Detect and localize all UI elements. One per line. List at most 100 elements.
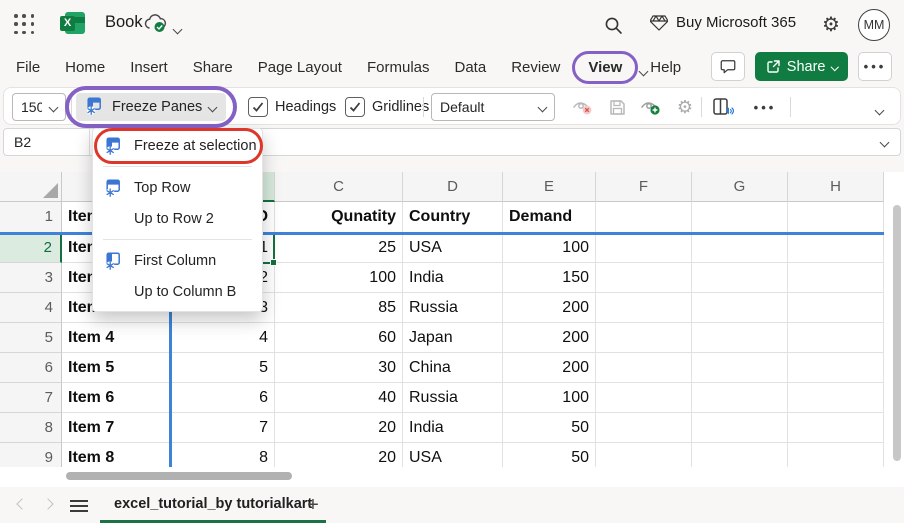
column-header-G[interactable]: G [692,172,788,202]
cell-G5[interactable] [692,323,788,353]
cell-E9[interactable]: 50 [503,443,596,467]
row-header-6[interactable]: 6 [0,353,62,383]
menu-tab-formulas[interactable]: Formulas [367,59,430,76]
row-header-8[interactable]: 8 [0,413,62,443]
horizontal-scrollbar[interactable] [66,472,292,480]
cell-E4[interactable]: 200 [503,293,596,323]
menu-tab-help[interactable]: Help [650,59,681,76]
search-icon[interactable] [604,16,623,40]
cell-F5[interactable] [596,323,692,353]
cell-B9[interactable]: 8 [171,443,275,467]
cell-D4[interactable]: Russia [403,293,503,323]
column-header-C[interactable]: C [275,172,403,202]
cell-H9[interactable] [788,443,884,467]
menu-tab-view[interactable]: View [572,50,639,84]
chevron-down-icon[interactable] [172,20,183,38]
active-sheet-tab[interactable]: excel_tutorial_by tutorialkart [100,487,327,523]
ribbon-more-button[interactable]: ••• [752,94,778,120]
new-sheet-view-icon[interactable] [638,94,664,120]
comments-button[interactable] [710,52,745,81]
cell-F9[interactable] [596,443,692,467]
cell-G4[interactable] [692,293,788,323]
cell-G2[interactable] [692,233,788,263]
cell-G7[interactable] [692,383,788,413]
document-title[interactable]: Book [105,13,143,32]
column-header-F[interactable]: F [596,172,692,202]
settings-gear-icon[interactable]: ⚙ [822,12,840,37]
cell-A5[interactable]: Item 4 [62,323,171,353]
cell-F4[interactable] [596,293,692,323]
cell-A9[interactable]: Item 8 [62,443,171,467]
cell-E3[interactable]: 150 [503,263,596,293]
exit-sheet-view-icon[interactable] [570,94,596,120]
cell-E2[interactable]: 100 [503,233,596,263]
collapse-ribbon-icon[interactable] [874,101,885,119]
cell-F8[interactable] [596,413,692,443]
cell-C2[interactable]: 25 [275,233,403,263]
cell-D8[interactable]: India [403,413,503,443]
cell-C3[interactable]: 100 [275,263,403,293]
cell-H8[interactable] [788,413,884,443]
cell-D5[interactable]: Japan [403,323,503,353]
cloud-saved-icon[interactable] [143,13,169,38]
read-aloud-icon[interactable] [710,94,736,120]
freeze-panes-button[interactable]: Freeze Panes [65,86,238,128]
cell-C5[interactable]: 60 [275,323,403,353]
row-header-2[interactable]: 2 [0,233,62,263]
row-header-1[interactable]: 1 [0,202,62,233]
menu-item-freeze-at-selection[interactable]: Freeze at selection [93,128,263,164]
menu-item-first-column[interactable]: First Column [93,245,262,276]
menu-tab-page-layout[interactable]: Page Layout [258,59,342,76]
row-header-3[interactable]: 3 [0,263,62,293]
cell-C9[interactable]: 20 [275,443,403,467]
cell-C1[interactable]: Qunatity [275,202,403,233]
save-sheet-view-icon[interactable] [604,94,630,120]
headings-checkbox[interactable]: Headings [248,97,336,117]
expand-formula-bar-icon[interactable] [879,133,890,151]
sheet-view-options-icon[interactable]: ⚙ [672,94,698,120]
cell-H1[interactable] [788,202,884,233]
cell-B5[interactable]: 4 [171,323,275,353]
cell-G3[interactable] [692,263,788,293]
prev-sheet-icon[interactable] [16,498,28,510]
cell-B8[interactable]: 7 [171,413,275,443]
cell-E1[interactable]: Demand [503,202,596,233]
cell-G8[interactable] [692,413,788,443]
menu-tab-share[interactable]: Share [193,59,233,76]
cell-E6[interactable]: 200 [503,353,596,383]
cell-F7[interactable] [596,383,692,413]
cell-H6[interactable] [788,353,884,383]
cell-C7[interactable]: 40 [275,383,403,413]
cell-H7[interactable] [788,383,884,413]
cell-H3[interactable] [788,263,884,293]
cell-D7[interactable]: Russia [403,383,503,413]
column-header-E[interactable]: E [503,172,596,202]
cell-C8[interactable]: 20 [275,413,403,443]
cell-D9[interactable]: USA [403,443,503,467]
cell-H2[interactable] [788,233,884,263]
menubar-overflow-chevron-icon[interactable] [638,62,649,80]
cell-H5[interactable] [788,323,884,353]
row-header-5[interactable]: 5 [0,323,62,353]
next-sheet-icon[interactable] [42,498,54,510]
menu-tab-insert[interactable]: Insert [130,59,168,76]
row-header-9[interactable]: 9 [0,443,62,467]
zoom-level-dropdown[interactable]: 150... [12,93,66,121]
sheet-view-dropdown[interactable]: Default [431,93,555,121]
cell-C6[interactable]: 30 [275,353,403,383]
cell-A6[interactable]: Item 5 [62,353,171,383]
cell-D2[interactable]: USA [403,233,503,263]
fill-handle[interactable] [270,259,277,266]
menu-item-up-to-row-2[interactable]: Up to Row 2 [93,203,262,234]
menu-tab-file[interactable]: File [16,59,40,76]
cell-F3[interactable] [596,263,692,293]
name-box[interactable]: B2 [4,129,90,155]
menu-item-top-row[interactable]: Top Row [93,172,262,203]
vertical-scrollbar[interactable] [893,205,901,461]
column-header-D[interactable]: D [403,172,503,202]
row-header-4[interactable]: 4 [0,293,62,323]
row-header-7[interactable]: 7 [0,383,62,413]
buy-microsoft-365-button[interactable]: Buy Microsoft 365 [650,14,796,31]
cell-G9[interactable] [692,443,788,467]
cell-C4[interactable]: 85 [275,293,403,323]
